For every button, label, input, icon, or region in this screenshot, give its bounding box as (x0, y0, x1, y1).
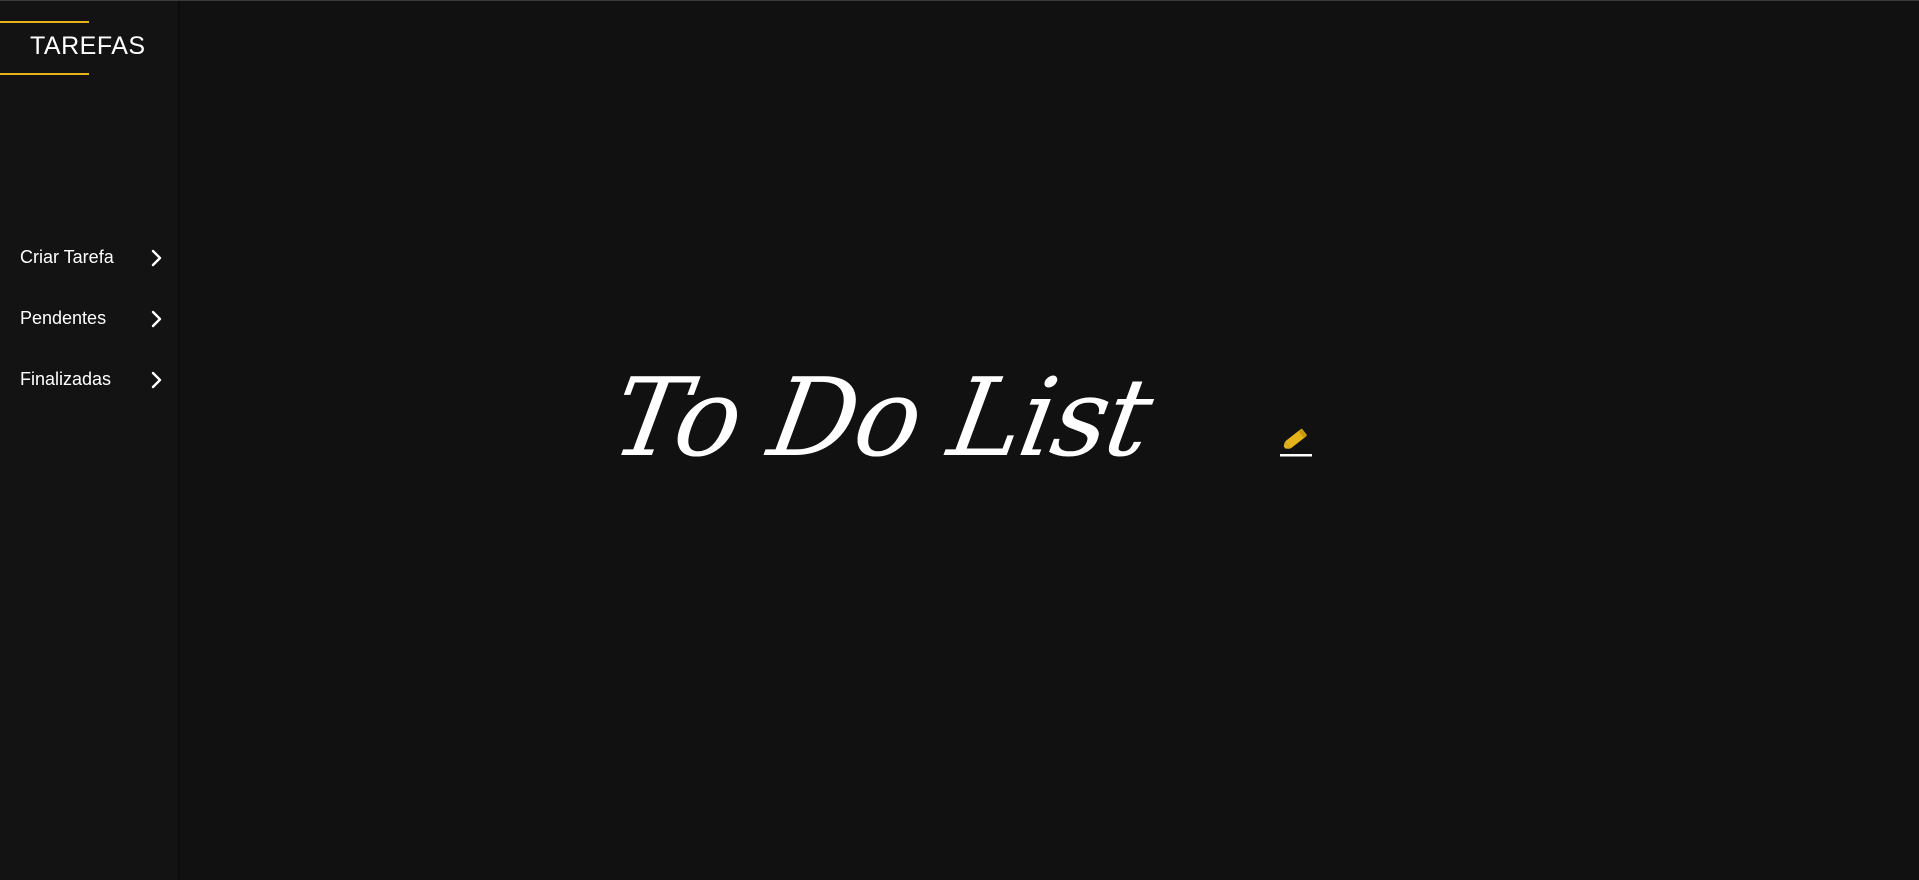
chevron-right-icon (151, 310, 162, 328)
sidebar-brand: TAREFAS (0, 21, 145, 75)
chevron-right-icon (151, 371, 162, 389)
sidebar-item-label: Criar Tarefa (20, 247, 114, 267)
sidebar: TAREFAS Criar Tarefa Pendentes Finalizad… (0, 1, 180, 880)
pencil-icon (1280, 428, 1312, 457)
sidebar-item-label: Finalizadas (20, 369, 112, 389)
sidebar-item-finalizadas[interactable]: Finalizadas (0, 359, 178, 420)
sidebar-item-criar-tarefa[interactable]: Criar Tarefa (0, 237, 178, 298)
sidebar-item-label: Pendentes (20, 308, 107, 328)
page-title: To Do List (603, 356, 1160, 481)
sidebar-nav: Criar Tarefa Pendentes Finalizadas (0, 237, 178, 420)
hero-logo: To Do List (603, 356, 1165, 495)
chevron-right-icon (151, 249, 162, 267)
brand-accent-line-top (0, 21, 89, 23)
sidebar-item-pendentes[interactable]: Pendentes (0, 298, 178, 359)
brand-accent-line-bottom (0, 73, 89, 75)
brand-title: TAREFAS (30, 32, 146, 60)
